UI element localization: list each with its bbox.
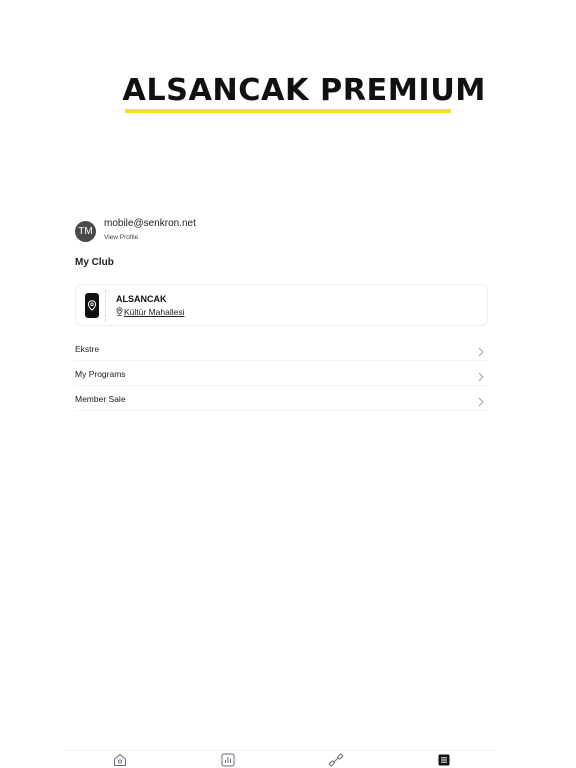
profile-row[interactable]: TM mobile@senkron.net View Profile <box>75 218 495 246</box>
tab-workout[interactable] <box>328 752 344 768</box>
tab-stats[interactable] <box>220 752 236 768</box>
home-icon <box>112 752 128 768</box>
club-location-text: Kültür Mahallesi <box>124 307 185 317</box>
menu-item-label: Member Sale <box>75 394 126 404</box>
tab-menu[interactable] <box>436 752 452 768</box>
logo-underline <box>125 109 451 113</box>
logo-text: ALSANCAK PREMIUM <box>122 73 486 108</box>
menu-item-member-sale[interactable]: Member Sale <box>75 387 488 411</box>
tab-bar-divider <box>64 750 496 751</box>
club-card[interactable]: ALSANCAK Kültür Mahallesi <box>75 284 488 326</box>
chevron-right-icon <box>478 394 484 412</box>
map-pin-icon <box>85 293 99 318</box>
location-pin-icon <box>116 307 123 318</box>
tab-home[interactable] <box>112 752 128 768</box>
chevron-right-icon <box>478 344 484 362</box>
my-club-heading: My Club <box>75 257 114 268</box>
bar-chart-icon <box>220 752 236 768</box>
chevron-right-icon <box>478 369 484 387</box>
menu-item-my-programs[interactable]: My Programs <box>75 362 488 386</box>
app-logo: ALSANCAK PREMIUM <box>122 73 486 116</box>
menu-item-label: Ekstre <box>75 344 100 354</box>
club-name: ALSANCAK <box>116 294 167 304</box>
list-icon <box>436 752 452 768</box>
club-location-link[interactable]: Kültür Mahallesi <box>116 307 184 318</box>
avatar[interactable]: TM <box>75 221 96 242</box>
menu-item-ekstre[interactable]: Ekstre <box>75 337 488 361</box>
menu-item-label: My Programs <box>75 369 126 379</box>
dumbbell-icon <box>328 752 344 768</box>
profile-email: mobile@senkron.net <box>104 218 196 229</box>
ticket-separator <box>105 290 106 322</box>
view-profile-link[interactable]: View Profile <box>104 234 138 241</box>
